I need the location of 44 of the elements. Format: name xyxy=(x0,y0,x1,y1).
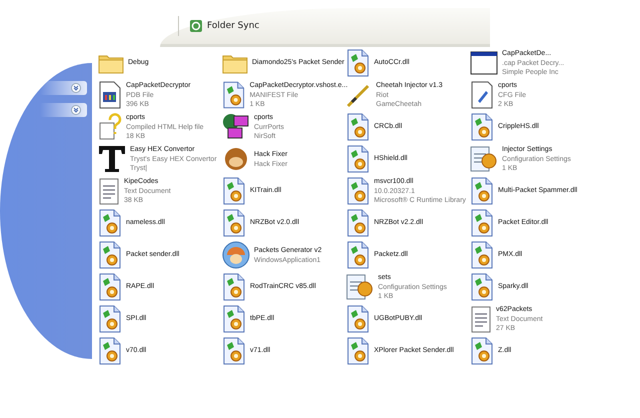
monkey-icon xyxy=(222,145,250,173)
settings-file-icon xyxy=(470,145,498,173)
dll-file-icon xyxy=(346,337,370,365)
dll-file-icon xyxy=(346,241,370,269)
sidebar-section-header[interactable] xyxy=(40,81,87,95)
network-computers-icon xyxy=(222,113,250,141)
database-file-icon xyxy=(98,81,122,109)
dll-file-icon xyxy=(222,305,246,333)
text-document-icon xyxy=(470,305,492,333)
dll-file-icon xyxy=(346,49,370,77)
dll-file-icon xyxy=(98,273,122,301)
dll-file-icon xyxy=(98,305,122,333)
mushroom-character-icon xyxy=(222,241,250,269)
dll-file-icon xyxy=(222,209,246,237)
sidebar-section-header[interactable] xyxy=(40,103,87,117)
notepad-file-icon xyxy=(470,81,494,109)
dll-file-icon xyxy=(470,337,494,365)
expand-icon[interactable] xyxy=(71,105,81,115)
dll-file-icon xyxy=(470,209,494,237)
dll-file-icon xyxy=(346,113,370,141)
dll-file-icon xyxy=(346,209,370,237)
dll-file-icon xyxy=(222,273,246,301)
dll-file-icon xyxy=(222,81,246,109)
toolbar-button[interactable]: Folder Sync xyxy=(185,17,264,35)
text-document-icon xyxy=(98,177,120,205)
dll-file-icon xyxy=(98,241,122,269)
dll-file-icon xyxy=(470,241,494,269)
syringe-icon xyxy=(346,82,372,108)
dll-file-icon xyxy=(98,337,122,365)
font-file-icon xyxy=(98,145,126,173)
dll-file-icon xyxy=(98,209,122,237)
application-window-icon xyxy=(470,51,498,75)
dll-file-icon xyxy=(470,113,494,141)
dll-file-icon xyxy=(470,177,494,205)
dll-file-icon xyxy=(346,145,370,173)
expand-icon[interactable] xyxy=(71,83,81,93)
dll-file-icon xyxy=(222,337,246,365)
dll-file-icon xyxy=(346,305,370,333)
dll-file-icon xyxy=(222,177,246,205)
settings-file-icon xyxy=(346,273,374,301)
dll-file-icon xyxy=(346,177,370,205)
dll-file-icon xyxy=(470,273,494,301)
sync-icon xyxy=(189,19,203,33)
help-file-icon xyxy=(98,113,122,141)
